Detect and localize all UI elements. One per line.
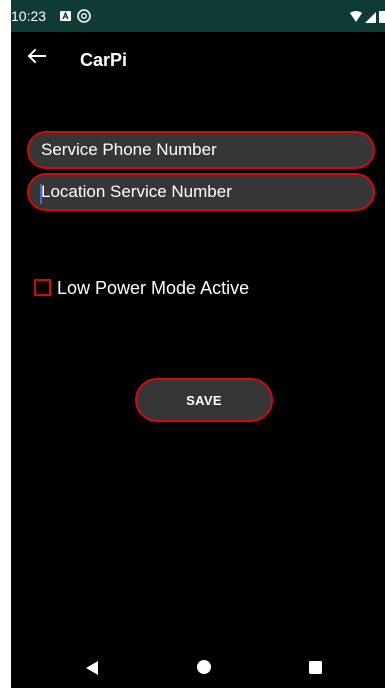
navigation-bar	[11, 640, 385, 688]
arrow-left-icon[interactable]	[25, 48, 47, 70]
nav-home-icon[interactable]	[197, 660, 211, 674]
nav-recents-icon[interactable]	[309, 661, 322, 674]
signal-icon	[365, 12, 376, 23]
text-cursor	[40, 184, 42, 204]
service-phone-number-input[interactable]	[27, 131, 375, 169]
save-button[interactable]: SAVE	[135, 378, 273, 422]
low-power-mode-label: Low Power Mode Active	[57, 278, 250, 298]
phone-screen: 10:23 CarPi Low Power Mode Active SAVE	[11, 0, 385, 688]
notification-a-icon	[60, 11, 71, 21]
app-bar: CarPi	[11, 32, 385, 88]
at-sign-icon	[77, 9, 91, 23]
wifi-icon	[350, 11, 362, 22]
battery-icon	[379, 11, 385, 23]
status-bar: 10:23	[11, 0, 385, 32]
status-time: 10:23	[11, 8, 47, 24]
location-service-number-input[interactable]	[27, 173, 375, 211]
checkbox-box[interactable]	[34, 279, 51, 296]
nav-back-icon[interactable]	[85, 661, 99, 675]
app-title: CarPi	[80, 50, 128, 70]
status-right-icons	[350, 11, 385, 23]
